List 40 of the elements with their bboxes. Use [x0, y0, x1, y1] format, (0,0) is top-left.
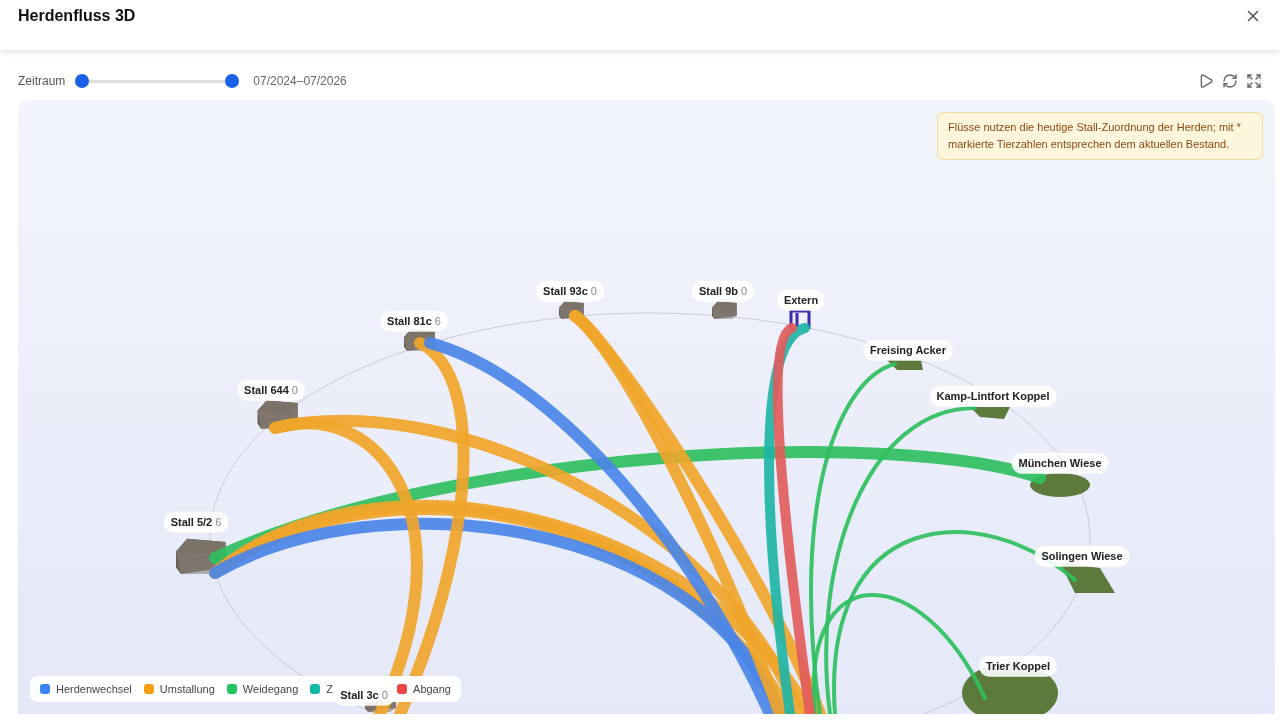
range-slider[interactable]: [75, 74, 240, 88]
animal-count: 0: [741, 283, 748, 299]
gate-icon: [788, 309, 812, 331]
legend-label: Umstallung: [159, 681, 215, 697]
legend-label: Abgang: [413, 681, 451, 697]
window-title: Herdenfluss 3D: [18, 6, 136, 26]
animal-count: 0: [381, 687, 388, 703]
barn-icon: [559, 301, 584, 319]
period-reading: 07/2024–07/2026: [253, 73, 347, 90]
animal-count: 6: [215, 514, 222, 530]
barn-icon: [712, 301, 737, 319]
refresh-button[interactable]: [1222, 73, 1238, 89]
node-name: Trier Koppel: [985, 658, 1051, 674]
node-name: Stall 644: [244, 382, 289, 398]
play-button[interactable]: [1198, 73, 1214, 89]
animal-count: 0: [291, 382, 298, 398]
barn-icon: [176, 538, 226, 574]
fullscreen-button[interactable]: [1246, 73, 1262, 89]
animal-count: 0: [590, 283, 597, 299]
node-name: Stall 93c: [543, 283, 588, 299]
pasture-shape: [1030, 473, 1090, 497]
node-name: Stall 81c: [387, 313, 432, 329]
node-name: Stall 3c: [340, 687, 379, 703]
notice-box: Flüsse nutzen die heutige Stall-Zuordnung der Herden; mit * markierte Tierzahlen entsprechen dem aktuellen Bestand.: [937, 112, 1263, 160]
node-name: Solingen Wiese: [1041, 548, 1123, 564]
node-name: Kamp-Lintfort Koppel: [936, 388, 1050, 404]
animal-count: 6: [434, 313, 441, 329]
node-name: Stall 9b: [698, 283, 738, 299]
scene-canvas[interactable]: [18, 100, 1275, 714]
legend-label: Weidegang: [242, 681, 299, 697]
slider-thumb[interactable]: [75, 74, 90, 88]
slider-thumb[interactable]: [225, 74, 240, 88]
legend-label: Herdenwechsel: [56, 681, 132, 697]
legend-label: Z: [326, 681, 334, 697]
node-name: Stall 5/2: [170, 514, 213, 530]
period-label: Zeitraum: [18, 73, 66, 90]
node-name: München Wiese: [1018, 455, 1102, 471]
node-name: Extern: [783, 292, 819, 308]
barn-icon: [257, 400, 298, 429]
node-name: Freising Acker: [870, 342, 946, 358]
